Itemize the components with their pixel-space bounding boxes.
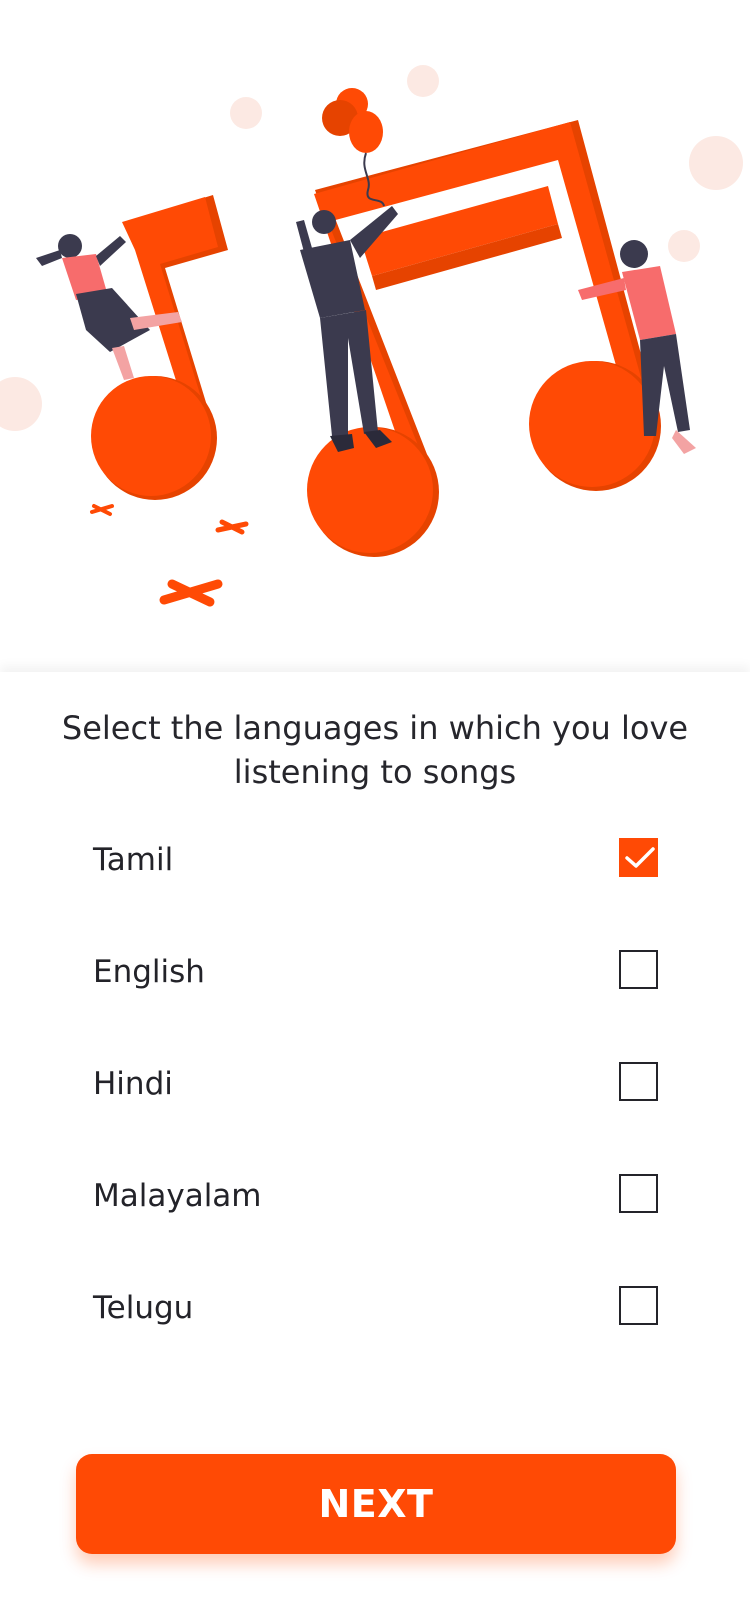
telugu-checkbox[interactable] (619, 1286, 658, 1325)
language-label: Telugu (93, 1290, 194, 1326)
hindi-checkbox[interactable] (619, 1062, 658, 1101)
language-option-tamil[interactable]: Tamil (93, 830, 658, 890)
music-notes-illustration (0, 65, 743, 607)
hero-illustration (0, 0, 750, 672)
english-checkbox[interactable] (619, 950, 658, 989)
language-selection-sheet: Select the languages in which you love l… (0, 672, 750, 1624)
language-option-english[interactable]: English (93, 942, 658, 1002)
malayalam-checkbox[interactable] (619, 1174, 658, 1213)
language-option-hindi[interactable]: Hindi (93, 1054, 658, 1114)
language-label: English (93, 954, 205, 990)
next-button[interactable]: NEXT (76, 1454, 676, 1554)
check-icon (625, 847, 655, 868)
language-option-telugu[interactable]: Telugu (93, 1278, 658, 1338)
language-label: Tamil (93, 842, 174, 878)
language-label: Malayalam (93, 1178, 262, 1214)
language-option-malayalam[interactable]: Malayalam (93, 1166, 658, 1226)
page-title: Select the languages in which you love l… (61, 709, 689, 791)
language-label: Hindi (93, 1066, 173, 1102)
tamil-checkbox[interactable] (619, 838, 658, 877)
